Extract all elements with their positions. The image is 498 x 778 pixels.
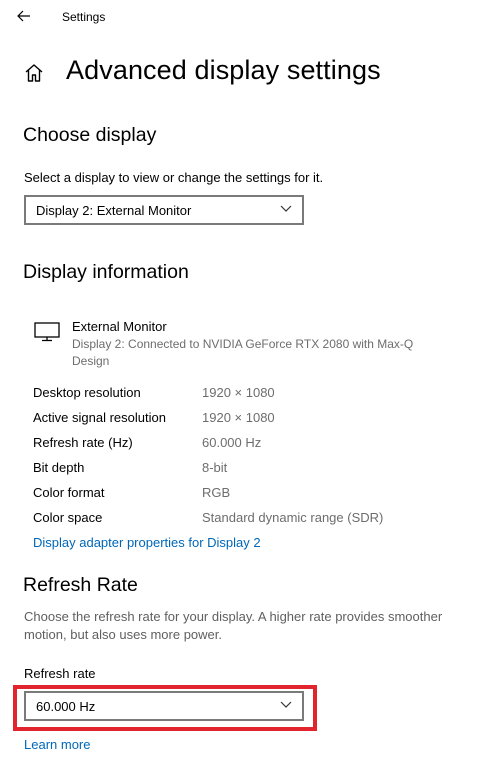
back-button[interactable] bbox=[12, 6, 36, 26]
display-select-value: Display 2: External Monitor bbox=[36, 202, 192, 218]
info-label: Desktop resolution bbox=[33, 385, 141, 400]
info-value: 1920 × 1080 bbox=[202, 410, 275, 425]
window-title: Settings bbox=[62, 10, 106, 24]
choose-display-heading: Choose display bbox=[23, 124, 157, 146]
refresh-rate-value: 60.000 Hz bbox=[36, 698, 96, 714]
info-row-active-signal-resolution: Active signal resolution 1920 × 1080 bbox=[33, 410, 453, 430]
display-select-dropdown[interactable]: Display 2: External Monitor bbox=[24, 195, 304, 225]
info-value: 60.000 Hz bbox=[202, 435, 262, 450]
info-row-refresh-rate: Refresh rate (Hz) 60.000 Hz bbox=[33, 435, 453, 455]
refresh-rate-description: Choose the refresh rate for your display… bbox=[24, 609, 443, 642]
info-label: Active signal resolution bbox=[33, 410, 166, 425]
choose-display-description: Select a display to view or change the s… bbox=[24, 170, 324, 185]
refresh-rate-heading: Refresh Rate bbox=[23, 574, 138, 596]
info-value: Standard dynamic range (SDR) bbox=[202, 510, 384, 525]
home-icon[interactable] bbox=[23, 62, 45, 84]
chevron-down-icon bbox=[280, 205, 292, 212]
back-arrow-icon bbox=[17, 10, 30, 22]
info-value: 8-bit bbox=[202, 460, 228, 475]
info-row-color-space: Color space Standard dynamic range (SDR) bbox=[33, 510, 453, 530]
learn-more-link[interactable]: Learn more bbox=[24, 737, 90, 752]
info-row-color-format: Color format RGB bbox=[33, 485, 453, 505]
title-bar: Settings bbox=[0, 0, 498, 34]
page-title: Advanced display settings bbox=[66, 55, 381, 85]
monitor-icon bbox=[34, 322, 60, 342]
info-value: RGB bbox=[202, 485, 231, 500]
refresh-rate-label: Refresh rate bbox=[24, 666, 96, 681]
info-value: 1920 × 1080 bbox=[202, 385, 275, 400]
refresh-rate-dropdown[interactable]: 60.000 Hz bbox=[24, 691, 304, 721]
monitor-connection-description: Display 2: Connected to NVIDIA GeForce R… bbox=[72, 337, 414, 368]
info-label: Color format bbox=[33, 485, 105, 500]
info-label: Color space bbox=[33, 510, 103, 525]
chevron-down-icon bbox=[280, 701, 292, 708]
monitor-name: External Monitor bbox=[72, 319, 167, 334]
info-label: Refresh rate (Hz) bbox=[33, 435, 133, 450]
display-adapter-properties-link[interactable]: Display adapter properties for Display 2 bbox=[33, 535, 261, 550]
info-row-bit-depth: Bit depth 8-bit bbox=[33, 460, 453, 480]
info-label: Bit depth bbox=[33, 460, 85, 475]
info-row-desktop-resolution: Desktop resolution 1920 × 1080 bbox=[33, 385, 453, 405]
display-information-heading: Display information bbox=[23, 261, 189, 283]
